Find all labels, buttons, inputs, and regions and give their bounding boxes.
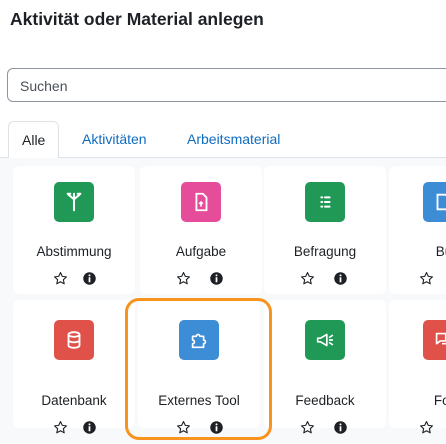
tab-alle[interactable]: Alle <box>8 121 60 159</box>
module-label: Externes Tool <box>158 393 240 408</box>
star-icon[interactable] <box>299 419 315 435</box>
module-label: Bu <box>435 244 446 259</box>
module-label: Aufgabe <box>175 244 227 259</box>
module-card-datenbank[interactable]: Datenbank <box>13 300 135 434</box>
module-card-befragung[interactable]: Befragung <box>264 166 386 294</box>
star-icon[interactable] <box>52 419 68 435</box>
star-icon[interactable] <box>299 270 315 286</box>
module-label: Abstimmung <box>36 244 112 259</box>
star-icon[interactable] <box>418 270 434 286</box>
assignment-icon <box>181 182 221 222</box>
external-tool-icon <box>179 320 219 360</box>
book-icon <box>423 182 446 222</box>
module-label: Befragung <box>293 244 357 259</box>
search-input[interactable]: Suchen <box>7 68 446 102</box>
module-card-externes-tool[interactable]: Externes Tool <box>138 300 260 434</box>
activity-chooser: Aktivität oder Material anlegen Suchen A… <box>0 0 446 444</box>
survey-icon <box>305 182 345 222</box>
info-icon[interactable] <box>81 419 97 435</box>
search-placeholder: Suchen <box>20 78 68 94</box>
module-label: Datenbank <box>41 393 107 408</box>
module-card-aufgabe[interactable]: Aufgabe <box>140 166 262 294</box>
module-card-buch[interactable]: Bu <box>389 166 446 294</box>
tab-aktivitaeten[interactable]: Aktivitäten <box>82 121 147 158</box>
star-icon[interactable] <box>418 419 434 435</box>
feedback-icon <box>305 320 345 360</box>
dialog-title: Aktivität oder Material anlegen <box>10 9 264 29</box>
module-card-abstimmung[interactable]: Abstimmung <box>13 166 135 294</box>
info-icon[interactable] <box>332 270 348 286</box>
forum-icon <box>423 320 446 360</box>
module-card-forum[interactable]: For <box>389 300 446 433</box>
choice-icon <box>54 182 94 222</box>
info-icon[interactable] <box>208 270 224 286</box>
module-card-feedback[interactable]: Feedback <box>264 300 386 434</box>
module-grid: Abstimmung Aufgabe Befragung B Datenbank… <box>0 158 446 444</box>
star-icon[interactable] <box>175 270 191 286</box>
info-icon[interactable] <box>208 419 224 435</box>
info-icon[interactable] <box>81 270 97 286</box>
module-label: For <box>433 393 446 408</box>
info-icon[interactable] <box>332 419 348 435</box>
star-icon[interactable] <box>52 270 68 286</box>
star-icon[interactable] <box>175 419 191 435</box>
module-label: Feedback <box>295 393 355 408</box>
tab-arbeitsmaterial[interactable]: Arbeitsmaterial <box>187 121 280 158</box>
tab-bar: Alle Aktivitäten Arbeitsmaterial <box>0 121 446 159</box>
database-icon <box>54 320 94 360</box>
